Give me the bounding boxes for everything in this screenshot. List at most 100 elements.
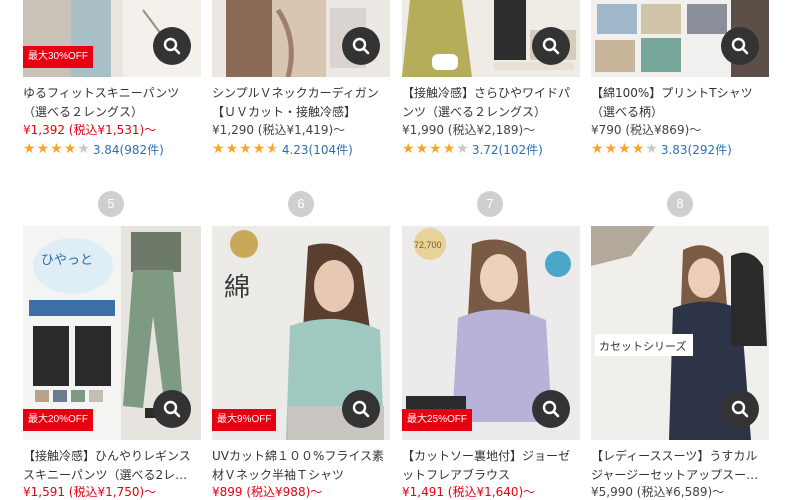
product-title[interactable]: 【接触冷感】ひんやりレギンス スキニーパンツ（選べる2レ… — [23, 447, 201, 485]
zoom-button[interactable] — [153, 390, 191, 428]
product-title-line2: 材Ｖネック半袖Ｔシャツ — [212, 468, 345, 482]
discount-badge: 最大25%OFF — [402, 409, 473, 431]
star-icon: ★ — [618, 141, 631, 157]
star-icon: ★ — [63, 141, 77, 157]
discount-badge: 最大20%OFF — [23, 409, 94, 431]
product-title-line2: （選べる柄） — [591, 105, 664, 119]
product-card[interactable]: カセットシリーズ 【レディーススーツ】うすカル ジャージーセットアップスー… ¥… — [591, 226, 769, 500]
star-icon: ★ — [212, 141, 225, 157]
image-text: 綿 — [224, 273, 250, 303]
rank-badge: 8 — [667, 191, 693, 217]
product-card[interactable]: ひやっと 最大20%OFF 【接触冷感】ひんやりレギンス スキニーパンツ（選べる… — [23, 226, 201, 500]
search-icon — [731, 37, 749, 55]
product-title-line1: 【レディーススーツ】うすカル — [591, 449, 758, 463]
image-text: 72,700 — [414, 240, 442, 250]
zoom-button[interactable] — [153, 27, 191, 65]
image-text: ひやっと — [41, 253, 93, 268]
product-title-line1: 【カットソー裏地付】ジョーゼ — [402, 449, 571, 463]
product-title[interactable]: 【接触冷感】さらひやワイドパ ンツ（選べる２レングス） — [402, 84, 580, 122]
product-image[interactable]: 綿 最大9%OFF — [212, 226, 390, 440]
product-title-line2: 【ＵＶカット・接触冷感】 — [212, 105, 357, 119]
product-title-line2: ットフレアブラウス — [402, 468, 511, 482]
star-icon: ★ — [415, 141, 429, 157]
product-price: ¥1,290 (税込¥1,419)～ — [212, 123, 346, 137]
zoom-button[interactable] — [532, 390, 570, 428]
star-icon: ★ — [36, 141, 50, 157]
zoom-button[interactable] — [532, 27, 570, 65]
search-icon — [542, 400, 560, 418]
product-card[interactable]: シンプルＶネックカーディガン 【ＵＶカット・接触冷感】 ¥1,290 (税込¥1… — [212, 0, 390, 170]
product-image[interactable]: カセットシリーズ — [591, 226, 769, 440]
product-card[interactable]: 綿 最大9%OFF UVカット綿１００%フライス素 材Ｖネック半袖Ｔシャツ ¥8… — [212, 226, 390, 500]
product-title[interactable]: 【カットソー裏地付】ジョーゼ ットフレアブラウス — [402, 447, 580, 485]
product-title-line2: ンツ（選べる２レングス） — [402, 105, 547, 119]
star-rating: ★ ★ ★ ★ ★ — [402, 141, 470, 157]
review-score[interactable]: 3.72(102件) — [472, 141, 543, 158]
product-title-line1: 【接触冷感】さらひやワイドパ — [402, 86, 571, 100]
image-text: カセットシリーズ — [599, 339, 686, 353]
review-score[interactable]: 3.84(982件) — [93, 141, 164, 158]
review-score[interactable]: 3.83(292件) — [661, 141, 732, 158]
product-price: ¥5,990 (税込¥6,589)～ — [591, 485, 725, 499]
rank-badge: 5 — [98, 191, 124, 217]
zoom-button[interactable] — [342, 27, 380, 65]
star-icon: ★ — [645, 141, 658, 157]
star-rating: ★ ★ ★ ★ ★ — [23, 141, 91, 157]
zoom-button[interactable] — [721, 27, 759, 65]
discount-badge: 最大30%OFF — [23, 46, 94, 68]
zoom-button[interactable] — [342, 390, 380, 428]
product-title[interactable]: 【レディーススーツ】うすカル ジャージーセットアップスー… — [591, 447, 769, 485]
product-price: ¥1,392 (税込¥1,531)～ — [23, 123, 157, 137]
search-icon — [352, 400, 370, 418]
rating: ★★★★★ 4.23(104件) — [212, 141, 353, 157]
product-card[interactable]: 【綿100%】プリントTシャツ （選べる柄） ¥790 (税込¥869)～ ★ ★… — [591, 0, 769, 170]
product-price: ¥1,591 (税込¥1,750)～ — [23, 485, 157, 499]
product-image[interactable]: 最大30%OFF — [23, 0, 201, 77]
star-icon: ★ — [50, 141, 63, 157]
search-icon — [731, 400, 749, 418]
rank-badge: 6 — [288, 191, 314, 217]
star-icon: ★ — [429, 141, 442, 157]
search-icon — [352, 37, 370, 55]
star-icon: ★ — [77, 141, 90, 157]
star-icon: ★ — [604, 141, 618, 157]
star-rating: ★ ★ ★ ★ ★ — [212, 141, 280, 157]
product-image[interactable] — [212, 0, 390, 77]
search-icon — [163, 400, 181, 418]
product-title-line1: シンプルＶネックカーディガン — [212, 86, 379, 100]
rank-badge: 7 — [477, 191, 503, 217]
product-card[interactable]: 最大30%OFF ゆるフィットスキニーパンツ （選べる２レングス） ¥1,392… — [23, 0, 201, 170]
zoom-button[interactable] — [721, 390, 759, 428]
discount-badge: 最大9%OFF — [212, 409, 277, 431]
rating: ★ ★ ★ ★ ★ 3.84(982件) — [23, 141, 164, 157]
star-icon: ★ — [456, 141, 469, 157]
product-title[interactable]: ゆるフィットスキニーパンツ （選べる２レングス） — [23, 84, 201, 122]
rating: ★ ★ ★ ★ ★ 3.83(292件) — [591, 141, 732, 157]
star-icon: ★ — [225, 141, 239, 157]
star-icon: ★ — [23, 141, 36, 157]
product-title-line1: UVカット綿１００%フライス素 — [212, 449, 385, 463]
rating: ★ ★ ★ ★ ★ 3.72(102件) — [402, 141, 543, 157]
star-icon: ★ — [239, 141, 252, 157]
product-title[interactable]: シンプルＶネックカーディガン 【ＵＶカット・接触冷感】 — [212, 84, 390, 122]
product-image[interactable] — [591, 0, 769, 77]
product-image[interactable]: ひやっと 最大20%OFF — [23, 226, 201, 440]
star-icon: ★ — [591, 141, 604, 157]
review-score[interactable]: 4.23(104件) — [282, 141, 353, 158]
product-title-line1: ゆるフィットスキニーパンツ — [23, 86, 180, 100]
product-price: ¥1,491 (税込¥1,640)～ — [402, 485, 536, 499]
product-card[interactable]: 【接触冷感】さらひやワイドパ ンツ（選べる２レングス） ¥1,990 (税込¥2… — [402, 0, 580, 170]
product-title-line1: 【接触冷感】ひんやりレギンス — [23, 449, 191, 463]
product-title[interactable]: 【綿100%】プリントTシャツ （選べる柄） — [591, 84, 769, 122]
star-rating: ★ ★ ★ ★ ★ — [591, 141, 659, 157]
product-price: ¥1,990 (税込¥2,189)～ — [402, 123, 536, 137]
star-icon: ★ — [252, 141, 266, 157]
star-icon: ★ — [442, 141, 456, 157]
star-icon: ★ — [631, 141, 645, 157]
product-title[interactable]: UVカット綿１００%フライス素 材Ｖネック半袖Ｔシャツ — [212, 447, 390, 485]
product-image[interactable]: 72,700 最大25%OFF — [402, 226, 580, 440]
product-card[interactable]: 72,700 最大25%OFF 【カットソー裏地付】ジョーゼ ットフレアブラウス… — [402, 226, 580, 500]
product-title-line2: （選べる２レングス） — [23, 105, 144, 119]
product-image[interactable] — [402, 0, 580, 77]
product-title-line2: ジャージーセットアップスー… — [591, 468, 759, 482]
